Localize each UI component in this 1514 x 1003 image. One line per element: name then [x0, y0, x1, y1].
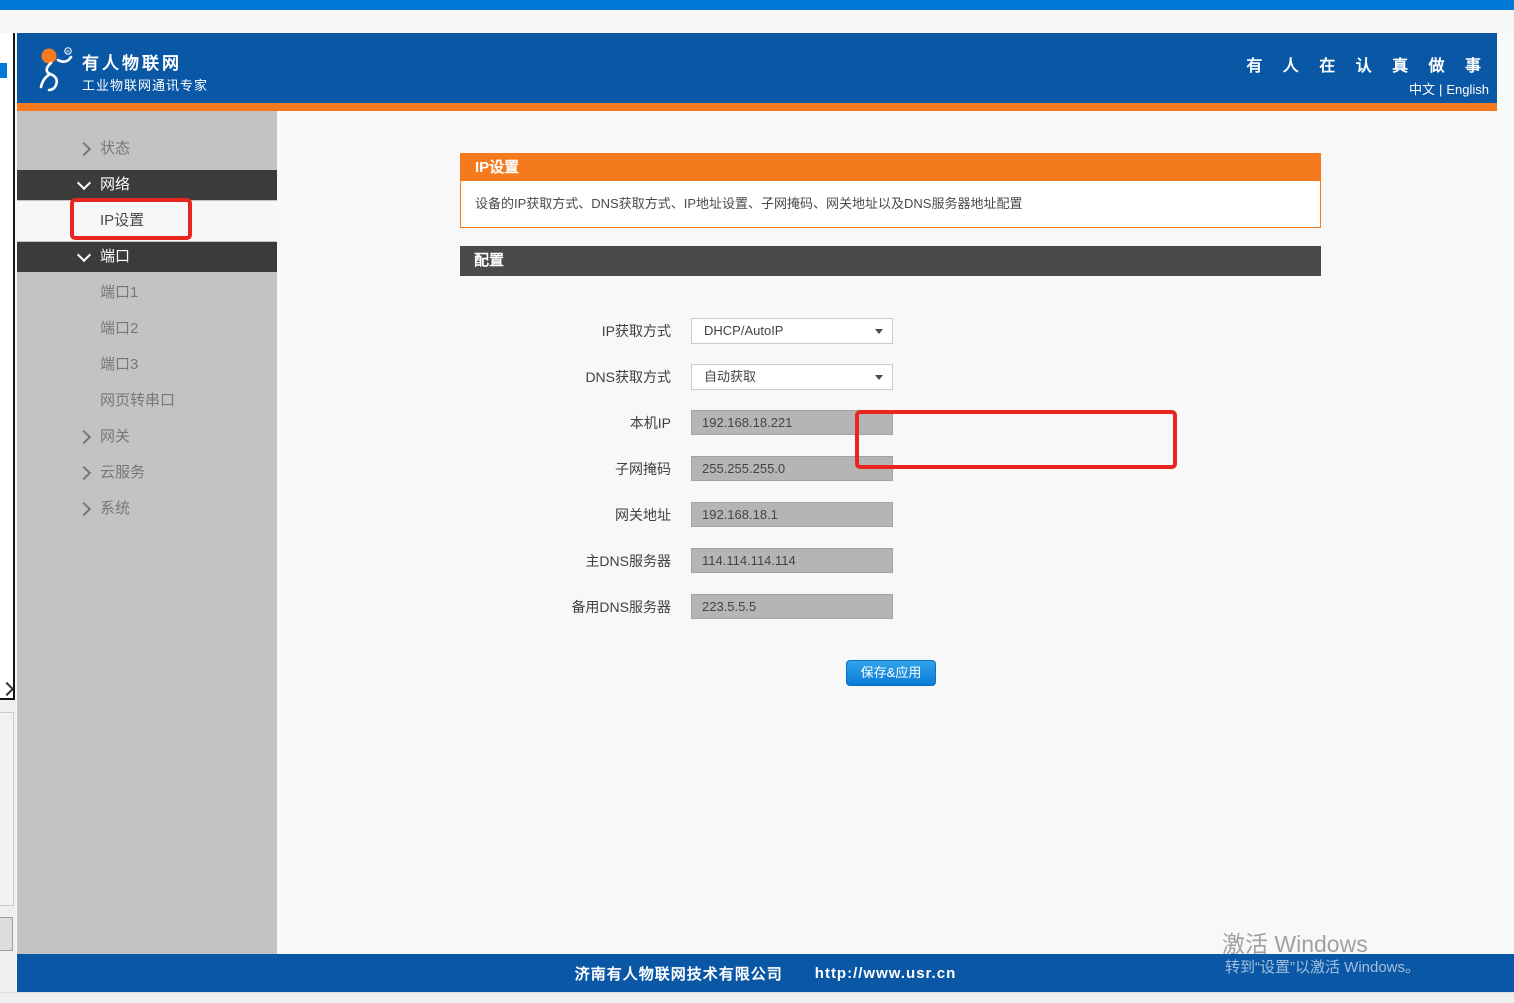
form-row-gateway-addr: 网关地址	[460, 492, 940, 538]
dns-mode-select[interactable]: 自动获取	[691, 364, 893, 390]
gateway-addr-input[interactable]	[691, 502, 893, 527]
background-window-scroll-thumb	[0, 917, 13, 951]
primary-dns-input[interactable]	[691, 548, 893, 573]
form-row-dns-mode: DNS获取方式 自动获取	[460, 354, 940, 400]
footer-company: 济南有人物联网技术有限公司	[575, 963, 783, 984]
page-description: 设备的IP获取方式、DNS获取方式、IP地址设置、子网掩码、网关地址以及DNS服…	[461, 181, 1320, 227]
sidebar-nav: 状态网络IP设置端口端口1端口2端口3网页转串口网关云服务系统	[17, 111, 277, 954]
sidebar-item-label: 网关	[100, 419, 130, 455]
field-label-gateway-addr: 网关地址	[460, 492, 671, 538]
dropdown-arrow-icon	[875, 329, 883, 334]
brand-subtitle: 工业物联网通讯专家	[82, 75, 208, 94]
background-window-edge	[0, 33, 15, 700]
sidebar-item-label: 端口3	[100, 347, 138, 383]
form-row-primary-dns: 主DNS服务器	[460, 538, 940, 584]
sidebar-item-label: IP设置	[100, 201, 144, 241]
svg-text:R: R	[66, 49, 70, 54]
sidebar-item-ip-settings[interactable]: IP设置	[17, 201, 277, 241]
page-title: IP设置	[461, 154, 1320, 181]
sidebar-item-port3[interactable]: 端口3	[17, 347, 277, 383]
chevron-down-icon	[77, 176, 91, 190]
sidebar-item-label: 网络	[100, 170, 130, 200]
chevron-right-icon	[77, 142, 91, 156]
window-bottom-strip	[0, 992, 1514, 1003]
form-row-secondary-dns: 备用DNS服务器	[460, 584, 940, 630]
secondary-dns-input[interactable]	[691, 594, 893, 619]
lang-english-link[interactable]: English	[1446, 82, 1489, 97]
form-row-ip-mode: IP获取方式 DHCP/AutoIP	[460, 308, 940, 354]
field-label-primary-dns: 主DNS服务器	[460, 538, 671, 584]
select-value: DHCP/AutoIP	[704, 319, 783, 343]
sidebar-item-network[interactable]: 网络	[17, 170, 277, 200]
chevron-right-icon	[77, 466, 91, 480]
form-row-local-ip: 本机IP	[460, 400, 940, 446]
subnet-mask-input[interactable]	[691, 456, 893, 481]
footer-url-link[interactable]: http://www.usr.cn	[815, 965, 956, 982]
local-ip-input[interactable]	[691, 410, 893, 435]
field-label-local-ip: 本机IP	[460, 400, 671, 446]
background-window-panel	[0, 712, 14, 906]
windows-activation-watermark-line1: 激活 Windows	[1222, 925, 1368, 959]
header-slogan: 有 人 在 认 真 做 事	[1246, 52, 1489, 76]
field-label-secondary-dns: 备用DNS服务器	[460, 584, 671, 630]
chevron-down-icon	[77, 248, 91, 262]
sidebar-item-port1[interactable]: 端口1	[17, 275, 277, 311]
sidebar-item-ports[interactable]: 端口	[17, 242, 277, 272]
dropdown-arrow-icon	[875, 375, 883, 380]
sidebar-item-label: 云服务	[100, 455, 145, 491]
field-label-dns-mode: DNS获取方式	[460, 354, 671, 400]
main-content: IP设置 设备的IP获取方式、DNS获取方式、IP地址设置、子网掩码、网关地址以…	[277, 111, 1497, 954]
sidebar-item-label: 端口1	[100, 275, 138, 311]
form-row-subnet-mask: 子网掩码	[460, 446, 940, 492]
chevron-right-icon	[77, 430, 91, 444]
lang-separator: |	[1439, 82, 1442, 97]
sidebar-item-label: 系统	[100, 491, 130, 527]
page-info-panel: IP设置 设备的IP获取方式、DNS获取方式、IP地址设置、子网掩码、网关地址以…	[460, 153, 1321, 228]
window-gap	[0, 10, 1514, 33]
sidebar-item-system[interactable]: 系统	[17, 491, 277, 527]
usr-logo-icon: R	[32, 45, 78, 98]
language-switcher: 中文 | English	[1409, 79, 1489, 98]
windows-activation-watermark-line2: 转到“设置”以激活 Windows。	[1225, 956, 1420, 977]
field-label-subnet-mask: 子网掩码	[460, 446, 671, 492]
field-label-ip-mode: IP获取方式	[460, 308, 671, 354]
sidebar-item-label: 端口2	[100, 311, 138, 347]
sidebar-item-gateway[interactable]: 网关	[17, 419, 277, 455]
select-value: 自动获取	[704, 365, 756, 389]
section-title: 配置	[460, 246, 1321, 276]
os-titlebar-strip	[0, 0, 1514, 10]
sidebar-item-web-to-serial[interactable]: 网页转串口	[17, 383, 277, 419]
background-window-chip	[0, 63, 7, 78]
chevron-right-icon	[77, 502, 91, 516]
sidebar-item-port2[interactable]: 端口2	[17, 311, 277, 347]
brand-title: 有人物联网	[82, 49, 182, 74]
screen: R 有人物联网 工业物联网通讯专家 有 人 在 认 真 做 事 中文 | Engli…	[0, 0, 1514, 1003]
sidebar-item-status[interactable]: 状态	[17, 131, 277, 167]
sidebar-item-label: 网页转串口	[100, 383, 175, 419]
save-apply-button[interactable]: 保存&应用	[846, 660, 936, 686]
lang-chinese-link[interactable]: 中文	[1409, 82, 1435, 97]
ip-mode-select[interactable]: DHCP/AutoIP	[691, 318, 893, 344]
sidebar-item-cloud-service[interactable]: 云服务	[17, 455, 277, 491]
app-header: R 有人物联网 工业物联网通讯专家 有 人 在 认 真 做 事 中文 | Engli…	[17, 33, 1497, 103]
header-accent-strip	[17, 103, 1497, 111]
sidebar-item-label: 端口	[100, 242, 130, 272]
sidebar-item-label: 状态	[100, 131, 130, 167]
